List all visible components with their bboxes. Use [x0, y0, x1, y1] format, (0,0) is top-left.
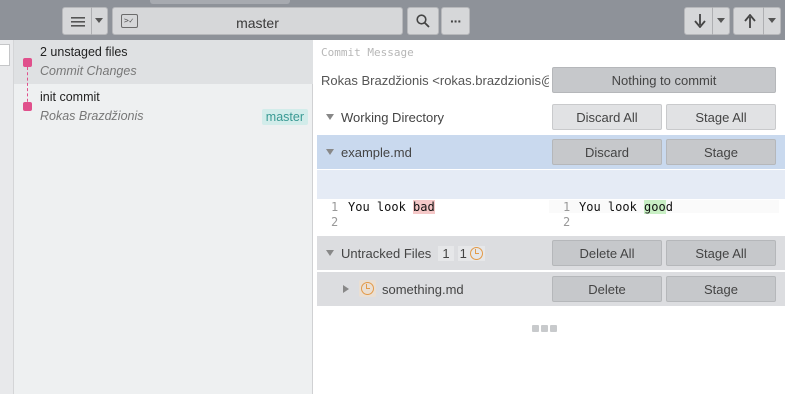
line-number: 1: [331, 200, 339, 214]
clock-icon: [359, 280, 376, 297]
search-icon: [416, 14, 430, 28]
deleted-text: bad: [413, 200, 435, 214]
discard-all-button[interactable]: Discard All: [552, 104, 662, 130]
chevron-down-icon[interactable]: [717, 18, 725, 24]
commit-message-input[interactable]: Commit Message: [321, 46, 414, 59]
window-tab-strip: [150, 0, 290, 4]
collapse-icon[interactable]: [326, 149, 334, 155]
commit-list: 2 unstaged files Commit Changes init com…: [14, 40, 313, 394]
diff-hunk-header: [317, 170, 785, 199]
commit-author-field: Rokas Brazdžionis <rokas.brazdzionis@gma…: [321, 73, 549, 88]
delete-all-button[interactable]: Delete All: [552, 240, 662, 266]
more-icon: ···: [450, 13, 462, 29]
discard-button[interactable]: Discard: [552, 139, 662, 165]
diff-left-pane: 1 You look bad 2: [317, 200, 549, 229]
commit-subtitle: Commit Changes: [40, 64, 137, 78]
line-number: 1: [563, 200, 571, 214]
untracked-new-count: 1: [457, 246, 486, 261]
search-button[interactable]: [407, 7, 439, 35]
collapse-icon[interactable]: [326, 114, 334, 120]
stage-untracked-button[interactable]: Stage: [666, 276, 776, 302]
diff-line: You look bad: [348, 200, 435, 214]
untracked-count: 1: [437, 246, 454, 261]
sidebar-edge-handle[interactable]: [0, 44, 10, 66]
graph-node: [23, 102, 32, 111]
chevron-down-icon[interactable]: [95, 18, 103, 24]
stage-button[interactable]: Stage: [666, 139, 776, 165]
pull-icon: [694, 14, 706, 28]
commit-row-init[interactable]: init commit Rokas Brazdžionis master: [14, 85, 313, 129]
sidebar-edge: [0, 40, 14, 394]
clock-icon: [470, 247, 484, 260]
graph-node: [23, 58, 32, 67]
untracked-file-name: something.md: [382, 282, 464, 297]
commit-button[interactable]: Nothing to commit: [552, 67, 776, 93]
delete-button[interactable]: Delete: [552, 276, 662, 302]
push-icon: [744, 14, 756, 28]
commit-author: Rokas Brazdžionis: [40, 109, 144, 123]
commit-row-unstaged[interactable]: 2 unstaged files Commit Changes: [14, 40, 313, 107]
untracked-files-label: Untracked Files 1 1: [341, 246, 486, 261]
loading-indicator: [532, 320, 559, 335]
line-number: 2: [563, 215, 571, 229]
menu-icon: [71, 17, 85, 27]
branch-name: master: [236, 15, 279, 31]
file-name: example.md: [341, 145, 412, 160]
expand-icon[interactable]: [343, 285, 349, 293]
branch-tag[interactable]: master: [261, 109, 308, 125]
collapse-icon[interactable]: [326, 250, 334, 256]
commit-title: 2 unstaged files: [40, 45, 128, 59]
working-directory-label: Working Directory: [341, 110, 445, 125]
changes-panel: Commit Message Rokas Brazdžionis <rokas.…: [313, 40, 785, 394]
added-text: goo: [644, 200, 666, 214]
chevron-down-icon[interactable]: [768, 18, 776, 24]
stage-all-untracked-button[interactable]: Stage All: [666, 240, 776, 266]
line-number: 2: [331, 215, 339, 229]
stage-all-button[interactable]: Stage All: [666, 104, 776, 130]
more-button[interactable]: ···: [441, 7, 470, 35]
diff-right-pane: 1 You look good 2: [549, 200, 785, 229]
diff-line: You look good: [579, 200, 673, 214]
commit-title: init commit: [40, 90, 100, 104]
branch-selector[interactable]: >✓ master: [112, 7, 403, 35]
toolbar: >✓ master ···: [0, 0, 785, 40]
